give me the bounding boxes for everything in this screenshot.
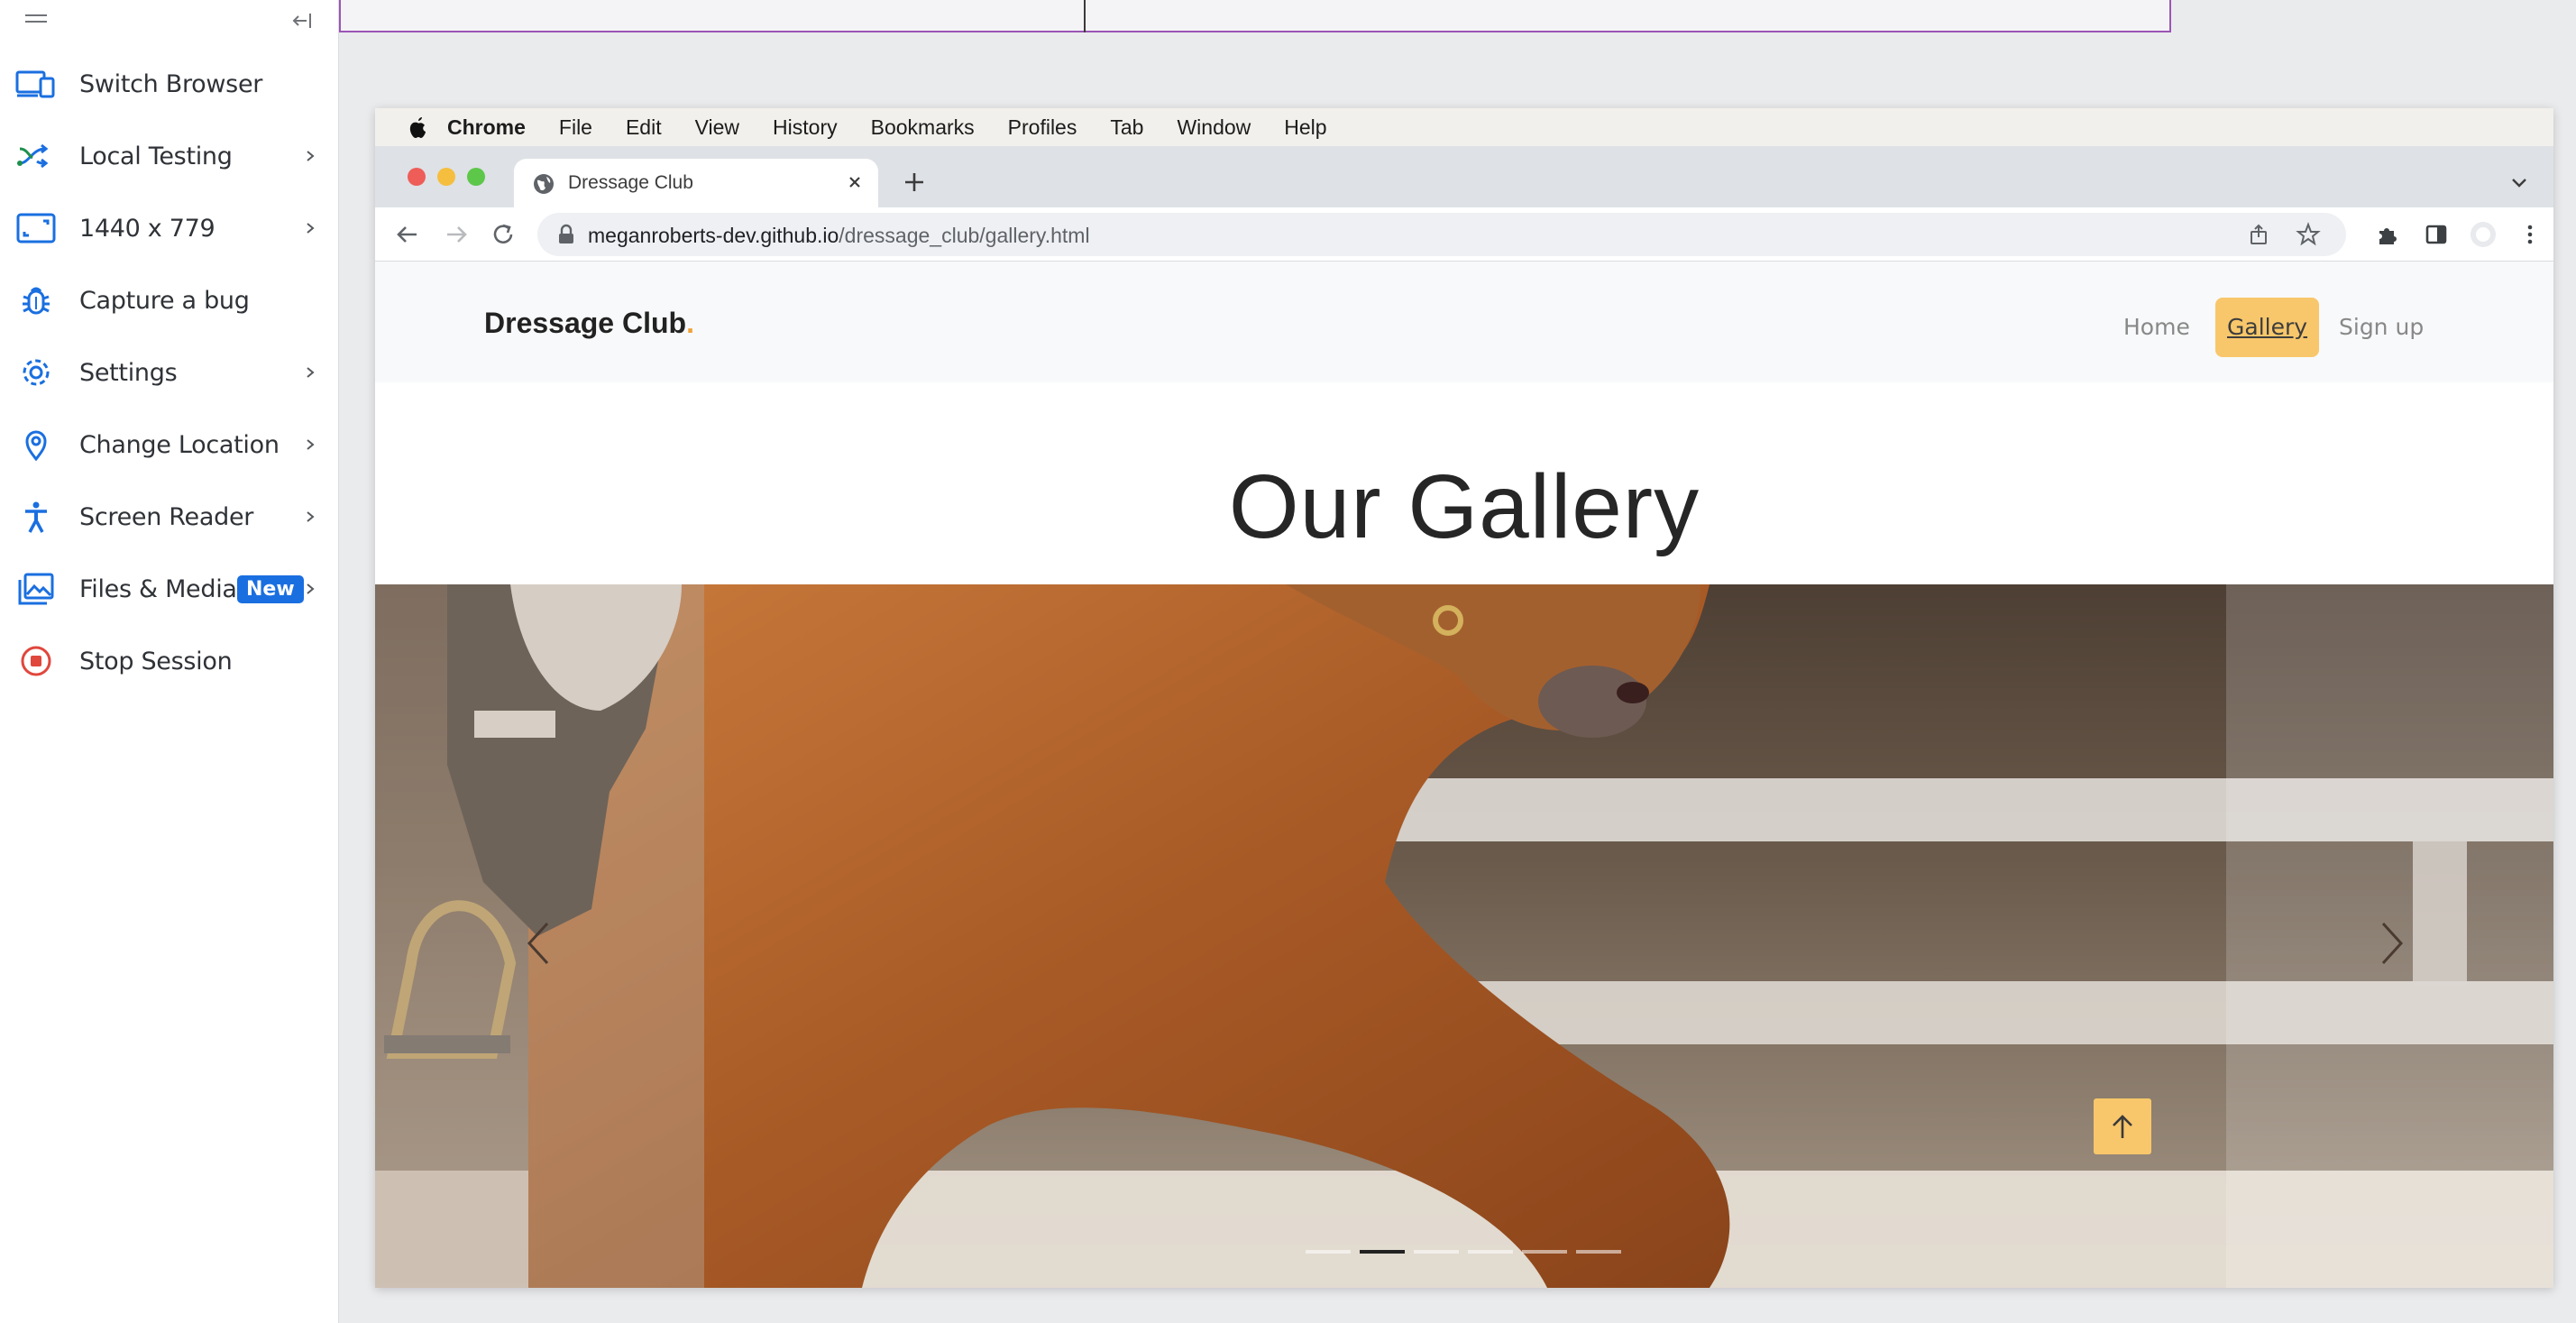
carousel-prev-arrow-icon[interactable] bbox=[524, 918, 555, 969]
sidebar-item-screen-reader[interactable]: Screen Reader bbox=[0, 490, 339, 544]
stop-icon bbox=[14, 645, 58, 677]
window-minimize-button[interactable] bbox=[437, 168, 455, 186]
profile-avatar-icon[interactable] bbox=[2469, 220, 2498, 249]
address-bar[interactable]: meganroberts-dev.github.io/dressage_club… bbox=[537, 213, 2346, 256]
new-badge: New bbox=[237, 575, 304, 603]
globe-icon bbox=[534, 174, 554, 194]
web-page: Dressage Club. Home Gallery Sign up Our … bbox=[375, 262, 2553, 1288]
resolution-icon bbox=[14, 212, 58, 244]
sidebar-item-label: Screen Reader bbox=[79, 502, 254, 531]
carousel-indicator[interactable] bbox=[1522, 1250, 1567, 1254]
sidebar-item-label: Capture a bug bbox=[79, 286, 250, 315]
forward-icon[interactable] bbox=[442, 220, 471, 249]
share-icon[interactable] bbox=[2247, 223, 2270, 246]
scroll-to-top-button[interactable] bbox=[2094, 1098, 2151, 1154]
menu-edit[interactable]: Edit bbox=[626, 115, 662, 140]
sidebar-item-label: Change Location bbox=[79, 430, 280, 459]
mac-menu-bar: Chrome File Edit View History Bookmarks … bbox=[375, 108, 2553, 146]
browser-toolbar: meganroberts-dev.github.io/dressage_club… bbox=[375, 207, 2553, 262]
carousel-indicator[interactable] bbox=[1414, 1250, 1459, 1254]
carousel-indicator[interactable] bbox=[1576, 1250, 1621, 1254]
tab-title: Dressage Club bbox=[568, 172, 693, 193]
chevron-right-icon bbox=[307, 151, 315, 161]
remote-desktop-window: Chrome File Edit View History Bookmarks … bbox=[375, 108, 2553, 1288]
carousel-next-arrow-icon[interactable] bbox=[2376, 918, 2406, 969]
chevron-right-icon bbox=[307, 439, 315, 450]
shuffle-icon bbox=[14, 140, 58, 172]
tab-search-chevron-icon[interactable] bbox=[2508, 171, 2530, 193]
site-brand-logo[interactable]: Dressage Club. bbox=[484, 307, 694, 340]
carousel-indicator[interactable] bbox=[1306, 1250, 1351, 1254]
carousel-indicators bbox=[1306, 1250, 1630, 1254]
location-pin-icon bbox=[14, 428, 58, 461]
menu-bookmarks[interactable]: Bookmarks bbox=[871, 115, 975, 140]
sidebar-item-files-media[interactable]: Files & Media New bbox=[0, 562, 339, 616]
browser-tab-active[interactable]: Dressage Club bbox=[514, 159, 878, 209]
menu-view[interactable]: View bbox=[695, 115, 739, 140]
url-text: meganroberts-dev.github.io/dressage_club… bbox=[588, 224, 1090, 247]
apple-logo-icon[interactable] bbox=[404, 114, 431, 141]
sidebar-item-label: Switch Browser bbox=[79, 69, 263, 98]
menu-profiles[interactable]: Profiles bbox=[1008, 115, 1077, 140]
back-icon[interactable] bbox=[393, 220, 422, 249]
menu-chrome[interactable]: Chrome bbox=[447, 115, 526, 140]
new-tab-icon[interactable] bbox=[900, 168, 929, 197]
bookmark-star-icon[interactable] bbox=[2296, 222, 2321, 247]
sidebar-item-label: Stop Session bbox=[79, 647, 233, 675]
site-navbar: Dressage Club. Home Gallery Sign up bbox=[375, 262, 2553, 382]
sidebar: Switch Browser Local Testing 1440 x 779 … bbox=[0, 0, 339, 1323]
menu-help[interactable]: Help bbox=[1284, 115, 1326, 140]
sidebar-item-label: Local Testing bbox=[79, 142, 233, 170]
frame-divider bbox=[1084, 0, 1086, 32]
chevron-right-icon bbox=[307, 223, 315, 234]
previous-panel-frame bbox=[339, 0, 2171, 32]
arrow-up-icon bbox=[2113, 1115, 2132, 1138]
sidebar-item-label: 1440 x 779 bbox=[79, 214, 215, 243]
sidebar-item-label: Files & Media bbox=[79, 574, 237, 603]
sidebar-item-switch-browser[interactable]: Switch Browser bbox=[0, 57, 339, 111]
nav-gallery-link[interactable]: Gallery bbox=[2215, 298, 2320, 357]
extensions-puzzle-icon[interactable] bbox=[2373, 220, 2402, 249]
image-carousel bbox=[375, 584, 2553, 1288]
collapse-sidebar-icon[interactable] bbox=[289, 9, 316, 32]
sidebar-item-settings[interactable]: Settings bbox=[0, 345, 339, 400]
side-panel-icon[interactable] bbox=[2422, 220, 2451, 249]
carousel-indicator-active[interactable] bbox=[1360, 1250, 1405, 1254]
chevron-right-icon bbox=[307, 583, 315, 594]
bug-icon bbox=[14, 284, 58, 317]
carousel-indicator[interactable] bbox=[1468, 1250, 1513, 1254]
sidebar-item-stop-session[interactable]: Stop Session bbox=[0, 634, 339, 688]
chevron-right-icon bbox=[307, 367, 315, 378]
sidebar-item-resolution[interactable]: 1440 x 779 bbox=[0, 201, 339, 255]
sidebar-item-change-location[interactable]: Change Location bbox=[0, 418, 339, 472]
chrome-menu-icon[interactable] bbox=[2516, 220, 2544, 249]
gear-icon bbox=[14, 356, 58, 389]
hamburger-menu-icon[interactable] bbox=[25, 14, 47, 25]
page-heading: Our Gallery bbox=[1228, 456, 1701, 557]
menu-tab[interactable]: Tab bbox=[1110, 115, 1143, 140]
menu-history[interactable]: History bbox=[773, 115, 838, 140]
sidebar-header bbox=[0, 0, 338, 40]
nav-home-link[interactable]: Home bbox=[2112, 298, 2202, 357]
lock-icon[interactable] bbox=[557, 224, 575, 245]
nav-signup-link[interactable]: Sign up bbox=[2327, 298, 2435, 357]
menu-window[interactable]: Window bbox=[1177, 115, 1251, 140]
menu-file[interactable]: File bbox=[559, 115, 592, 140]
image-icon bbox=[14, 573, 58, 605]
devices-icon bbox=[14, 68, 58, 100]
chevron-right-icon bbox=[307, 511, 315, 522]
window-zoom-button[interactable] bbox=[467, 168, 485, 186]
close-tab-icon[interactable] bbox=[842, 170, 867, 195]
sidebar-item-local-testing[interactable]: Local Testing bbox=[0, 129, 339, 183]
window-close-button[interactable] bbox=[408, 168, 426, 186]
sidebar-item-capture-bug[interactable]: Capture a bug bbox=[0, 273, 339, 327]
browser-tab-strip: Dressage Club bbox=[375, 146, 2553, 209]
sidebar-item-label: Settings bbox=[79, 358, 178, 387]
reload-icon[interactable] bbox=[489, 220, 518, 249]
accessibility-icon bbox=[14, 501, 58, 533]
